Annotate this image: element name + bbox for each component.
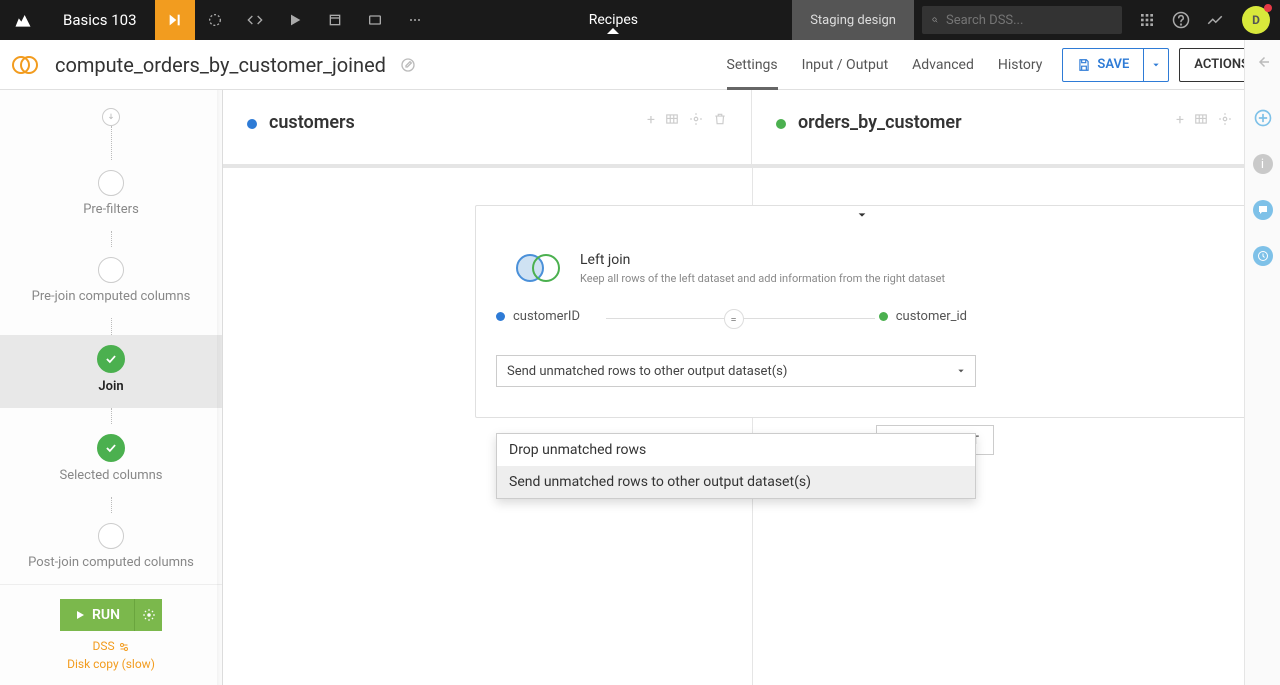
- left-dataset-header: customers +: [223, 90, 752, 164]
- step-postjoin-columns[interactable]: Post-join computed columns: [0, 513, 222, 584]
- search-box[interactable]: [922, 6, 1122, 34]
- recipe-header: compute_orders_by_customer_joined Settin…: [0, 40, 1280, 90]
- left-join-key[interactable]: customerID: [496, 309, 580, 324]
- save-button[interactable]: SAVE: [1062, 48, 1169, 82]
- gear-icon[interactable]: [1218, 112, 1232, 128]
- unmatched-rows-dropdown: Drop unmatched rows Send unmatched rows …: [496, 433, 976, 499]
- rail-info-icon[interactable]: i: [1253, 154, 1273, 174]
- gear-icon[interactable]: [689, 112, 703, 128]
- engine-disk-label[interactable]: Disk copy (slow): [67, 657, 155, 671]
- add-icon[interactable]: +: [647, 112, 655, 128]
- right-rail: i: [1244, 40, 1280, 685]
- right-join-key[interactable]: customer_id: [879, 309, 967, 324]
- dropdown-option-drop[interactable]: Drop unmatched rows: [497, 434, 975, 466]
- join-type-venn-icon[interactable]: [516, 254, 562, 284]
- join-card: Left join Keep all rows of the left data…: [475, 205, 1248, 418]
- user-avatar[interactable]: D: [1242, 6, 1270, 34]
- dataset-dot-green: [776, 119, 786, 129]
- code-icon[interactable]: [235, 0, 275, 40]
- join-type-description: Keep all rows of the left dataset and ad…: [580, 272, 945, 285]
- rail-history-icon[interactable]: [1253, 246, 1273, 266]
- rail-add-icon[interactable]: [1253, 108, 1273, 128]
- tab-history[interactable]: History: [998, 40, 1043, 90]
- tab-settings[interactable]: Settings: [727, 40, 778, 90]
- recipe-name: compute_orders_by_customer_joined: [45, 53, 386, 77]
- dataset-dot-blue: [247, 119, 257, 129]
- join-equals-icon: =: [724, 309, 744, 329]
- flow-icon[interactable]: [155, 0, 195, 40]
- trash-icon[interactable]: [713, 112, 727, 128]
- steps-sidebar: Pre-filters Pre-join computed columns Jo…: [0, 90, 223, 685]
- check-icon: [97, 345, 125, 373]
- app-logo[interactable]: [0, 0, 45, 40]
- table-icon[interactable]: [1194, 112, 1208, 128]
- join-type-title: Left join: [580, 252, 945, 268]
- circle-icon[interactable]: [195, 0, 235, 40]
- activity-icon[interactable]: [1198, 11, 1232, 29]
- left-dataset-name: customers: [269, 112, 355, 133]
- collapse-caret-icon[interactable]: [857, 210, 867, 220]
- panel-icon[interactable]: [355, 0, 395, 40]
- staging-design-button[interactable]: Staging design: [792, 0, 914, 40]
- step-start-circle: [102, 108, 120, 126]
- step-selected-columns[interactable]: Selected columns: [0, 424, 222, 497]
- right-dataset-name: orders_by_customer: [798, 112, 962, 133]
- engine-dss-label[interactable]: DSS: [92, 639, 129, 653]
- export-icon[interactable]: [315, 0, 355, 40]
- save-label: SAVE: [1097, 57, 1129, 72]
- apps-icon[interactable]: [1130, 12, 1164, 28]
- run-button[interactable]: RUN: [60, 599, 162, 631]
- recipe-type-icon: [0, 40, 45, 90]
- step-join[interactable]: Join: [0, 335, 222, 408]
- run-settings-icon[interactable]: [134, 599, 162, 631]
- nav-recipes[interactable]: Recipes: [565, 12, 662, 28]
- recipe-tabs: Settings Input / Output Advanced History: [707, 40, 1063, 90]
- rail-back-icon[interactable]: [1253, 52, 1273, 72]
- project-title[interactable]: Basics 103: [45, 11, 155, 29]
- step-prejoin-columns[interactable]: Pre-join computed columns: [0, 247, 222, 318]
- help-icon[interactable]: [1164, 11, 1198, 29]
- add-icon[interactable]: +: [1176, 112, 1184, 128]
- rail-chat-icon[interactable]: [1253, 200, 1273, 220]
- play-icon[interactable]: [275, 0, 315, 40]
- table-icon[interactable]: [665, 112, 679, 128]
- edit-name-icon[interactable]: [400, 57, 416, 73]
- step-prefilters[interactable]: Pre-filters: [0, 160, 222, 231]
- right-dataset-header: orders_by_customer +: [752, 90, 1280, 164]
- topbar: Basics 103 Recipes Staging design D: [0, 0, 1280, 40]
- search-input[interactable]: [946, 13, 1112, 28]
- join-content: customers + orders_by_customer +: [223, 90, 1280, 685]
- chevron-down-icon: [957, 367, 965, 375]
- tab-input-output[interactable]: Input / Output: [802, 40, 889, 90]
- unmatched-rows-select[interactable]: Send unmatched rows to other output data…: [496, 355, 976, 387]
- dropdown-option-send[interactable]: Send unmatched rows to other output data…: [497, 466, 975, 498]
- save-dropdown-caret[interactable]: [1143, 49, 1168, 81]
- more-icon[interactable]: [395, 0, 435, 40]
- tab-advanced[interactable]: Advanced: [912, 40, 974, 90]
- check-icon: [97, 434, 125, 462]
